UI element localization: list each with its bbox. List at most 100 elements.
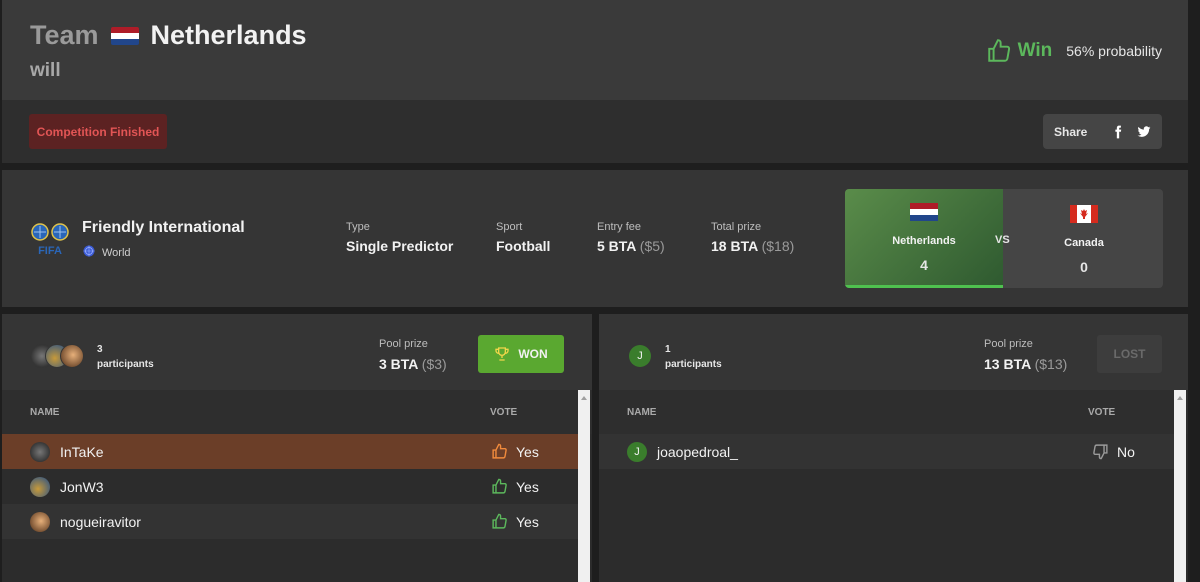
sport-label: Sport bbox=[496, 221, 523, 233]
column-vote: VOTE bbox=[490, 407, 518, 418]
match-card: Netherlands 4 VS Canada 0 bbox=[845, 189, 1163, 288]
entry-fee-label: Entry fee bbox=[597, 221, 642, 233]
status-badge: Competition Finished bbox=[29, 114, 167, 149]
vote-value: Yes bbox=[516, 478, 539, 495]
pool-prize-label: Pool prize bbox=[379, 338, 428, 350]
netherlands-flag-icon bbox=[110, 26, 139, 45]
share-box: Share bbox=[1043, 114, 1162, 149]
probability: 56% probability bbox=[1066, 43, 1162, 59]
avatar bbox=[60, 344, 84, 368]
type-label: Type bbox=[346, 221, 370, 233]
svg-text:FIFA: FIFA bbox=[38, 245, 62, 256]
pool-won-header: 3 participants Pool prize 3 BTA ($3) WON bbox=[2, 314, 592, 390]
away-team-score: 0 bbox=[1080, 259, 1088, 275]
username: nogueiravitor bbox=[60, 514, 141, 530]
prediction: Win 56% probability bbox=[986, 38, 1162, 64]
facebook-icon[interactable] bbox=[1111, 125, 1125, 139]
pool-prize: Pool prize 3 BTA ($3) bbox=[379, 338, 447, 372]
pool-prize-amount: 3 BTA bbox=[379, 356, 418, 372]
column-vote: VOTE bbox=[1088, 407, 1116, 418]
table-header: NAME VOTE bbox=[2, 390, 592, 434]
lost-button[interactable]: LOST bbox=[1097, 335, 1162, 373]
home-team-name: Netherlands bbox=[892, 235, 956, 247]
pool-lost-header: J 1 participants Pool prize 13 BTA ($13)… bbox=[599, 314, 1188, 390]
participants-number: 1 bbox=[665, 344, 671, 355]
netherlands-flag-icon bbox=[910, 203, 938, 221]
vote-cell: Yes bbox=[491, 478, 539, 495]
avatar: J bbox=[627, 442, 647, 462]
participants-label: participants bbox=[97, 359, 154, 370]
prediction-label: Win bbox=[1017, 40, 1053, 61]
pool-prize-label: Pool prize bbox=[984, 338, 1033, 350]
competition-region: World bbox=[83, 245, 131, 260]
scrollbar[interactable] bbox=[1174, 390, 1186, 582]
thumbs-up-icon bbox=[492, 478, 507, 494]
globe-icon bbox=[83, 245, 95, 260]
entry-fee-value: 5 BTA ($5) bbox=[597, 238, 665, 254]
table-row[interactable]: J joaopedroal_ No bbox=[599, 434, 1174, 469]
username: JonW3 bbox=[60, 479, 104, 495]
stat-type: Type Single Predictor bbox=[346, 221, 453, 254]
pool-prize-usd: ($13) bbox=[1034, 356, 1068, 372]
participants-number: 3 bbox=[97, 344, 103, 355]
scroll-up-icon[interactable] bbox=[1177, 396, 1183, 400]
team-name: Netherlands bbox=[150, 20, 307, 50]
sport-value: Football bbox=[496, 238, 551, 254]
pool-prize-value: 3 BTA ($3) bbox=[379, 356, 447, 372]
entry-fee-amount: 5 BTA bbox=[597, 238, 636, 254]
entry-fee-usd: ($5) bbox=[639, 238, 665, 254]
team-prefix: Team bbox=[30, 20, 99, 50]
participants-avatars bbox=[30, 344, 88, 368]
canada-flag-icon bbox=[1070, 205, 1098, 223]
thumbs-up-icon bbox=[492, 513, 507, 529]
share-label: Share bbox=[1054, 124, 1088, 139]
thumbs-down-icon bbox=[1093, 444, 1108, 460]
stat-sport: Sport Football bbox=[496, 221, 550, 254]
column-name: NAME bbox=[30, 407, 60, 418]
competition-info: FIFA Friendly International World Type S… bbox=[2, 170, 1188, 307]
column-name: NAME bbox=[627, 407, 657, 418]
participants-count: 1 participants bbox=[665, 342, 722, 372]
username: joaopedroal_ bbox=[657, 444, 738, 460]
region-label: World bbox=[102, 246, 131, 259]
total-prize-value: 18 BTA ($18) bbox=[711, 238, 794, 254]
header: Team Netherlands will Win 56% probabilit… bbox=[2, 0, 1188, 100]
trophy-icon bbox=[495, 347, 509, 361]
vote-cell: No bbox=[1092, 443, 1135, 460]
vote-value: Yes bbox=[516, 513, 539, 530]
vote-value: Yes bbox=[516, 443, 539, 460]
scroll-up-icon[interactable] bbox=[581, 396, 587, 400]
home-team: Netherlands 4 bbox=[845, 189, 1003, 288]
avatar bbox=[30, 477, 50, 497]
table-row[interactable]: nogueiravitor Yes bbox=[2, 504, 578, 539]
avatar bbox=[30, 512, 50, 532]
pool-prize: Pool prize 13 BTA ($13) bbox=[984, 338, 1067, 372]
subtitle: will bbox=[30, 60, 61, 81]
total-prize-usd: ($18) bbox=[761, 238, 795, 254]
vote-value: No bbox=[1117, 443, 1135, 460]
pool-prize-usd: ($3) bbox=[421, 356, 447, 372]
status-bar: Competition Finished Share bbox=[2, 100, 1188, 163]
total-prize-label: Total prize bbox=[711, 221, 762, 233]
stat-entry-fee: Entry fee 5 BTA ($5) bbox=[597, 221, 665, 254]
twitter-icon[interactable] bbox=[1137, 125, 1151, 139]
pool-won-panel: 3 participants Pool prize 3 BTA ($3) WON… bbox=[2, 314, 592, 582]
stat-total-prize: Total prize 18 BTA ($18) bbox=[711, 221, 794, 254]
table-header: NAME VOTE bbox=[599, 390, 1188, 434]
fifa-logo: FIFA bbox=[31, 223, 69, 256]
participants-count: 3 participants bbox=[97, 342, 154, 372]
thumbs-up-icon bbox=[987, 39, 1010, 62]
won-label: WON bbox=[518, 347, 548, 361]
page-title: Team Netherlands bbox=[30, 20, 307, 51]
avatar bbox=[30, 442, 50, 462]
table-row[interactable]: JonW3 Yes bbox=[2, 469, 578, 504]
competition-name: Friendly International bbox=[82, 219, 245, 236]
vote-cell: Yes bbox=[491, 443, 539, 460]
won-button[interactable]: WON bbox=[478, 335, 564, 373]
username: InTaKe bbox=[60, 444, 104, 460]
scrollbar[interactable] bbox=[578, 390, 590, 582]
avatar: J bbox=[629, 345, 651, 367]
away-team-name: Canada bbox=[1064, 237, 1104, 249]
table-row[interactable]: InTaKe Yes bbox=[2, 434, 578, 469]
home-team-score: 4 bbox=[920, 257, 928, 273]
